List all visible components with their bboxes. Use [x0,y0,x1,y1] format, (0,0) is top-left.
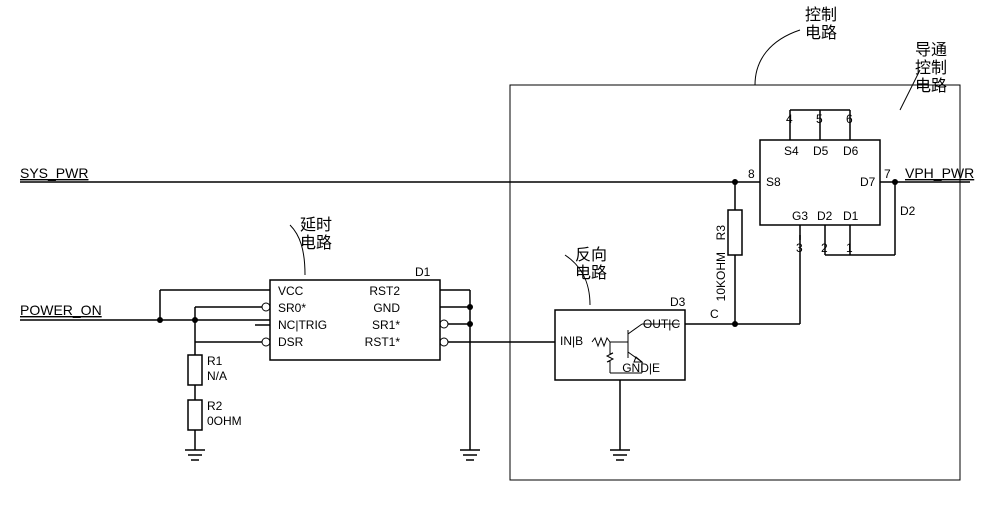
d5: D5 [813,144,829,158]
d6: D6 [843,144,859,158]
d1-vcc: VCC [278,284,304,298]
r3 [728,210,742,255]
sys-pwr-label: SYS_PWR [20,165,88,181]
ground-icon-2 [460,450,480,460]
d1-gnd: GND [373,301,400,315]
ground-icon [185,450,205,460]
d1l: D1 [843,209,859,223]
r1-val: N/A [207,369,227,383]
r1 [188,355,202,385]
r2-val: 0OHM [207,414,242,428]
power-on-label: POWER_ON [20,302,102,318]
ground-icon-3 [610,450,630,460]
p8: 8 [748,167,755,181]
inv-anno: 反向电路 [575,246,607,282]
d1-sr1: SR1* [372,318,400,332]
control-annotation-leader [755,30,800,85]
conduction-anno: 导通控制电路 [915,41,947,95]
d1-sr0: SR0* [278,301,306,315]
node-c: C [710,307,719,321]
delay-anno: 延时电路 [300,216,332,252]
d7: D7 [860,175,876,189]
r3-val: 10KOHM [714,252,728,301]
r2-ref: R2 [207,399,223,413]
p7: 7 [884,167,891,181]
r2 [188,400,202,430]
p3: 3 [796,241,803,255]
g3: G3 [792,209,808,223]
s4: S4 [784,144,799,158]
vph-pwr-label: VPH_PWR [905,165,974,181]
control-circuit-label: 控制电路 [805,6,837,42]
r1-ref: R1 [207,354,223,368]
d2r: D2 [900,204,916,218]
d1-nctrig: NC|TRIG [278,318,327,332]
d1-rst2: RST2 [369,284,400,298]
s8: S8 [766,175,781,189]
d3-ref: D3 [670,295,686,309]
d2l: D2 [817,209,833,223]
d3-in: IN|B [560,334,583,348]
delay-ic-ref: D1 [415,265,431,279]
r3-ref: R3 [714,225,728,241]
d1-rst1: RST1* [365,335,401,349]
d1-dsr: DSR [278,335,304,349]
